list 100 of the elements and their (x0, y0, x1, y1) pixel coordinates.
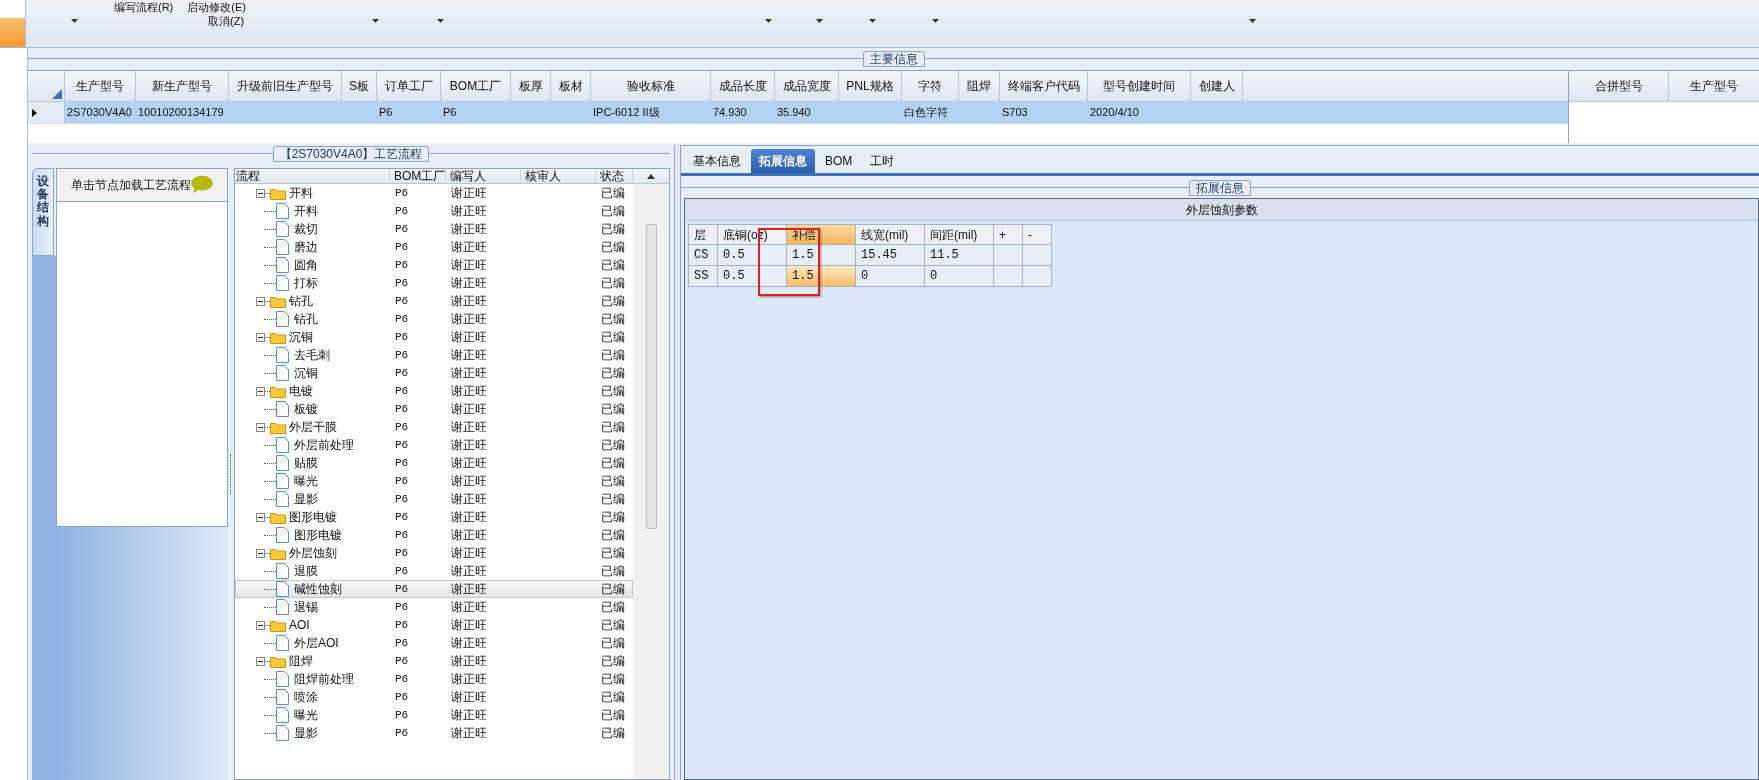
column-header[interactable]: 生产型号 (1669, 71, 1759, 101)
dropdown-arrow-icon[interactable] (869, 19, 877, 23)
column-header[interactable]: 层 (688, 224, 718, 245)
collapse-icon[interactable] (256, 422, 265, 432)
dropdown-arrow-icon[interactable] (765, 19, 773, 23)
column-header[interactable]: 成品宽度 (775, 71, 839, 101)
column-header[interactable]: 编写人 (446, 169, 521, 183)
tab[interactable]: 拓展信息 (751, 149, 815, 173)
document-icon (276, 707, 289, 723)
tree-row[interactable]: 外层前处理 P6 谢正旺 已编 (235, 436, 633, 454)
column-header[interactable]: S板 (342, 71, 377, 101)
table-cell-text: S703 (1002, 105, 1028, 121)
collapse-icon[interactable] (256, 656, 265, 666)
tree-row[interactable]: 去毛刺 P6 谢正旺 已编 (235, 346, 633, 364)
tree-row[interactable]: 图形电镀 P6 谢正旺 已编 (235, 508, 633, 526)
tab[interactable]: 基本信息 (685, 149, 749, 173)
column-header[interactable]: 验收标准 (591, 71, 711, 101)
tab[interactable]: 工时 (862, 149, 903, 173)
collapse-icon[interactable] (256, 296, 265, 306)
table-cell-text: 已编 (600, 653, 626, 670)
column-header[interactable]: BOM工厂 (390, 169, 446, 183)
tree-row[interactable]: 圆角 P6 谢正旺 已编 (235, 256, 633, 274)
tree-row[interactable]: 阻焊前处理 P6 谢正旺 已编 (235, 670, 633, 688)
tree-row[interactable]: 喷涂 P6 谢正旺 已编 (235, 688, 633, 706)
column-header[interactable]: 生产型号 (65, 71, 136, 101)
tree-row[interactable]: 板镀 P6 谢正旺 已编 (235, 400, 633, 418)
tree-row[interactable]: 外层AOI P6 谢正旺 已编 (235, 634, 633, 652)
column-header[interactable]: 板材 (551, 71, 591, 101)
tree-row[interactable]: 裁切 P6 谢正旺 已编 (235, 220, 633, 238)
dropdown-arrow-icon[interactable] (372, 19, 380, 23)
scrollbar[interactable] (633, 184, 669, 779)
tab[interactable]: BOM (817, 149, 861, 173)
column-header[interactable]: 字符 (902, 71, 959, 101)
tree-row[interactable]: 阻焊 P6 谢正旺 已编 (235, 652, 633, 670)
dropdown-arrow-icon[interactable] (1249, 19, 1257, 23)
collapse-icon[interactable] (256, 188, 265, 198)
dropdown-arrow-icon[interactable] (71, 19, 78, 23)
tree-row[interactable]: 沉铜 P6 谢正旺 已编 (235, 328, 633, 346)
tree-row[interactable]: 外层干膜 P6 谢正旺 已编 (235, 418, 633, 436)
collapse-icon[interactable] (256, 386, 265, 396)
dropdown-arrow-icon[interactable] (816, 19, 824, 23)
tree-row[interactable]: 开料 P6 谢正旺 已编 (235, 184, 633, 202)
collapse-icon[interactable] (256, 548, 265, 558)
table-cell-text: 谢正旺 (450, 563, 488, 580)
tree-row[interactable]: 退锡 P6 谢正旺 已编 (235, 598, 633, 616)
tree-row[interactable]: 贴膜 P6 谢正旺 已编 (235, 454, 633, 472)
column-header[interactable]: 合拼型号 (1569, 71, 1669, 101)
column-header[interactable]: 状态 (596, 169, 633, 183)
column-header[interactable]: BOM工厂 (441, 71, 511, 101)
table-cell-text: 已编 (600, 401, 626, 418)
tree-row[interactable]: AOI P6 谢正旺 已编 (235, 616, 633, 634)
table-cell-text: 2020/4/10 (1090, 105, 1139, 121)
tree-row[interactable]: 外层蚀刻 P6 谢正旺 已编 (235, 544, 633, 562)
column-header[interactable]: 线宽(mil) (855, 224, 925, 245)
collapse-icon[interactable] (256, 512, 265, 522)
menu-item[interactable]: 编写流程(R) (114, 0, 174, 16)
tree-row[interactable]: 退膜 P6 谢正旺 已编 (235, 562, 633, 580)
tree-row[interactable]: 曝光 P6 谢正旺 已编 (235, 472, 633, 490)
tree-item-label: 电镀 (289, 383, 313, 400)
column-header[interactable]: 流程 (235, 169, 390, 183)
column-header[interactable]: 终端客户代码 (1000, 71, 1088, 101)
table-cell-text: 谢正旺 (450, 347, 488, 364)
column-header[interactable]: 新生产型号 (136, 71, 229, 101)
tree-row[interactable]: 钻孔 P6 谢正旺 已编 (235, 310, 633, 328)
splitter-handle[interactable] (230, 454, 232, 494)
column-header[interactable]: 成品长度 (711, 71, 775, 101)
tree-row[interactable]: 显影 P6 谢正旺 已编 (235, 490, 633, 508)
column-header[interactable]: 型号创建时间 (1088, 71, 1191, 101)
dropdown-arrow-icon[interactable] (437, 19, 445, 23)
tree-row[interactable]: 开料 P6 谢正旺 已编 (235, 202, 633, 220)
column-header[interactable]: 订单工厂 (377, 71, 441, 101)
collapse-icon[interactable] (256, 620, 265, 630)
column-header[interactable]: 核审人 (521, 169, 596, 183)
column-header[interactable]: 阻焊 (959, 71, 1000, 101)
column-header[interactable]: 间距(mil) (924, 224, 994, 245)
tree-row[interactable]: 打标 P6 谢正旺 已编 (235, 274, 633, 292)
tree-row[interactable]: 沉铜 P6 谢正旺 已编 (235, 364, 633, 382)
tree-row[interactable]: 曝光 P6 谢正旺 已编 (235, 706, 633, 724)
tree-row[interactable]: 电镀 P6 谢正旺 已编 (235, 382, 633, 400)
table-cell-text: 已编 (600, 239, 626, 256)
vertical-tab[interactable]: 设备结构 (32, 168, 54, 256)
tree-row[interactable]: 碱性蚀刻 P6 谢正旺 已编 (235, 580, 633, 598)
dropdown-arrow-icon[interactable] (932, 19, 940, 23)
scroll-up-icon[interactable] (647, 173, 655, 179)
table-row[interactable]: 2S7030V4A0 10010200134179 P6 P6 IPC-6012 II级 74.930 35.940 白色字符 S703 2020/4/10 (28, 102, 1568, 124)
table-cell-text: 已编 (600, 437, 626, 454)
table-cell-text: 0.5 (723, 247, 745, 264)
column-header[interactable]: + (993, 224, 1023, 245)
tree-row[interactable]: 显影 P6 谢正旺 已编 (235, 724, 633, 742)
column-header[interactable]: PNL规格 (839, 71, 902, 101)
column-header[interactable]: 板厚 (511, 71, 551, 101)
table-cell-text: P6 (394, 221, 410, 237)
tree-row[interactable]: 钻孔 P6 谢正旺 已编 (235, 292, 633, 310)
tree-row[interactable]: 磨边 P6 谢正旺 已编 (235, 238, 633, 256)
collapse-icon[interactable] (256, 332, 265, 342)
column-header[interactable]: 创建人 (1191, 71, 1243, 101)
tree-row[interactable]: 图形电镀 P6 谢正旺 已编 (235, 526, 633, 544)
table-cell-text: 已编 (600, 347, 626, 364)
column-header[interactable]: - (1022, 224, 1052, 245)
column-header[interactable]: 升级前旧生产型号 (229, 71, 342, 101)
